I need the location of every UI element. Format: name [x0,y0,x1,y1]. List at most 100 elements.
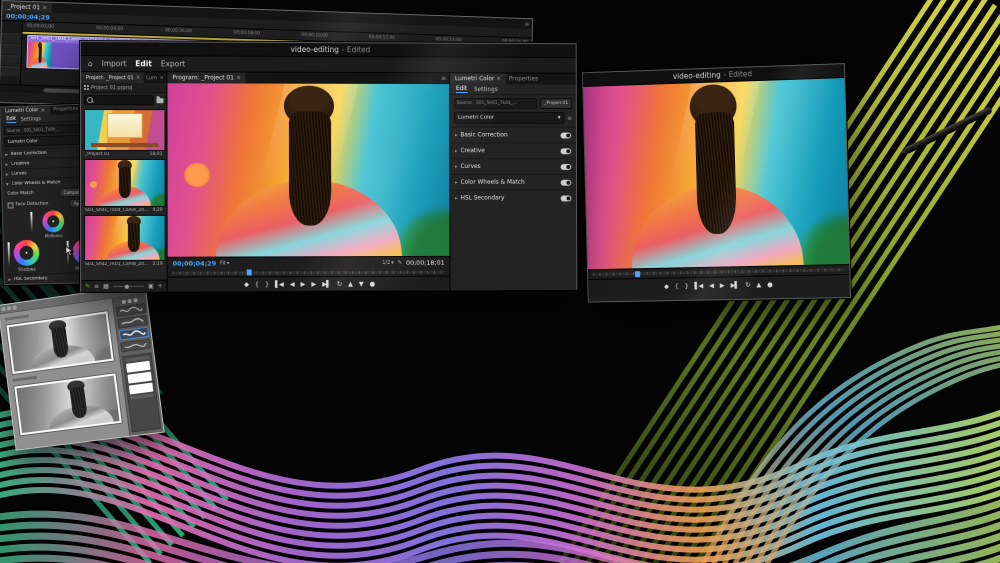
subtab-settings[interactable]: Settings [474,86,498,93]
lift-button[interactable]: ▲ [756,281,760,288]
section-hsl-secondary[interactable]: ▸ HSL Secondary [450,190,576,206]
panel-menu-icon[interactable]: ≡ [441,75,446,82]
subtab-settings[interactable]: Settings [21,116,41,123]
track-header-v2[interactable] [1,33,21,44]
tab-project[interactable]: Project: _Project 01 × [81,72,143,83]
list-view-icon[interactable]: ≡ [94,283,99,290]
brush-preset[interactable] [120,339,150,353]
secondary-video-preview[interactable] [583,78,849,270]
toolbar-button[interactable] [7,306,11,310]
mark-in-button[interactable]: { [675,283,678,289]
play-button[interactable]: ▶ [301,281,305,287]
bin-item-clip-a[interactable]: S01_Sh01_Tk04_CamA_20250103_ 4;29 [84,159,164,213]
section-toggle[interactable] [561,164,572,170]
shadows-luma-slider[interactable] [8,242,11,266]
export-frame-button[interactable]: ● [370,281,375,287]
brush-dot[interactable] [133,298,137,303]
tab-lumetri-overflow[interactable]: Lum [146,75,157,81]
tab-program[interactable]: Program: _Project 01 × [167,72,245,83]
section-toggle[interactable] [561,179,572,185]
go-to-out-button[interactable]: ▶▌ [322,281,330,287]
bin-item-clip-b[interactable]: S01_Sh02_Tk01_CamB_20250103_ 2;19 [84,215,164,267]
close-icon[interactable]: × [136,74,141,81]
layer-item[interactable] [129,383,154,395]
step-forward-button[interactable]: ▶ [311,281,315,287]
midtones-luma-slider[interactable] [30,212,32,232]
track-header-v1[interactable] [1,44,21,55]
playhead-handle[interactable] [635,271,640,277]
section-color-wheels[interactable]: ▸ Color Wheels & Match [450,174,576,190]
extract-button[interactable]: ▼ [359,281,363,287]
storyboard-frame-1[interactable] [5,310,114,375]
playhead-handle[interactable] [247,269,252,275]
loop-button[interactable]: ↻ [745,282,750,289]
home-icon[interactable]: ⌂ [88,59,93,68]
step-back-button[interactable]: ◀ [709,282,713,289]
section-basic-correction[interactable]: ▸ Basic Correction [450,127,576,143]
add-marker-button[interactable]: ◆ [664,283,668,289]
playback-resolution-select[interactable]: 1/2▾ [382,260,393,266]
thumbnail-zoom-slider[interactable] [113,286,144,287]
toolbar-button[interactable] [1,307,5,311]
layer-item[interactable] [126,361,151,373]
play-button[interactable]: ▶ [720,282,724,289]
subtab-edit[interactable]: Edit [6,116,16,123]
brush-dot[interactable] [122,300,126,304]
close-icon[interactable]: × [496,75,501,82]
panel-menu-icon[interactable]: ≡ [567,114,572,121]
face-detection-checkbox[interactable]: Face Detection [8,201,49,208]
track-header-a1[interactable] [1,55,21,66]
toolbar-button[interactable] [13,305,17,309]
track-header-a2[interactable] [0,66,20,77]
step-back-button[interactable]: ◀ [290,281,294,287]
close-icon[interactable]: × [40,107,45,114]
source-clip-field[interactable]: Source · S01_Sh01_Tk04_… [454,98,537,109]
subtab-edit[interactable]: Edit [456,85,467,93]
timeline-playhead-timecode[interactable]: 00;00;04;29 [6,12,50,21]
folder-icon[interactable] [157,98,164,103]
layer-item[interactable] [127,372,152,384]
section-toggle[interactable] [561,148,572,154]
menu-import[interactable]: Import [102,59,127,68]
add-icon[interactable]: + [158,283,163,290]
settings-wrench-icon[interactable]: ✎ [398,259,403,265]
lift-button[interactable]: ▲ [348,281,352,287]
shadows-wheel[interactable] [13,240,39,266]
go-to-in-button[interactable]: ▌◀ [694,283,702,290]
loop-button[interactable]: ↻ [337,281,341,287]
tab-properties[interactable]: Properties [509,75,538,82]
menu-export[interactable]: Export [161,59,185,68]
mark-out-button[interactable]: } [265,281,268,287]
close-icon[interactable]: × [236,75,241,82]
new-item-icon[interactable]: ▣ [148,283,154,290]
section-creative[interactable]: ▸ Creative [450,142,576,158]
section-toggle[interactable] [561,195,572,201]
tab-properties[interactable]: Properties [53,106,78,113]
tab-overflow-icon[interactable]: » [160,74,164,81]
preset-dropdown[interactable]: Lumetri Color ▾ [454,112,564,124]
edit-pen-icon[interactable]: ✎ [85,283,90,290]
mark-out-button[interactable]: } [685,283,688,289]
section-toggle[interactable] [561,132,572,138]
zoom-select[interactable]: Fit▾ [220,260,229,266]
tab-lumetri-color[interactable]: Lumetri Color × [450,73,506,84]
go-to-out-button[interactable]: ▶▌ [730,282,738,289]
storyboard-frame-2[interactable] [13,372,123,436]
panel-menu-icon[interactable]: ≡ [524,20,529,27]
search-input[interactable] [95,97,151,103]
mark-in-button[interactable]: { [255,281,258,287]
project-breadcrumb[interactable]: Project 01.prproj [81,83,167,93]
midtones-wheel[interactable] [42,210,64,232]
search-box[interactable] [84,95,154,105]
program-video-preview[interactable] [167,83,449,257]
close-icon[interactable]: × [42,4,47,11]
brush-dot[interactable] [128,299,132,303]
export-frame-button[interactable]: ● [767,281,772,288]
target-sequence-button[interactable]: _Project 01 [540,98,572,109]
menu-edit[interactable]: Edit [135,59,152,68]
bin-item-sequence[interactable]: _Project 01 18;01 [84,109,164,157]
go-to-in-button[interactable]: ▌◀ [275,281,283,287]
grid-view-icon[interactable]: ▦ [103,283,109,290]
playhead-timecode[interactable]: 00;00;04;29 [173,259,217,267]
section-curves[interactable]: ▸ Curves [450,158,576,174]
